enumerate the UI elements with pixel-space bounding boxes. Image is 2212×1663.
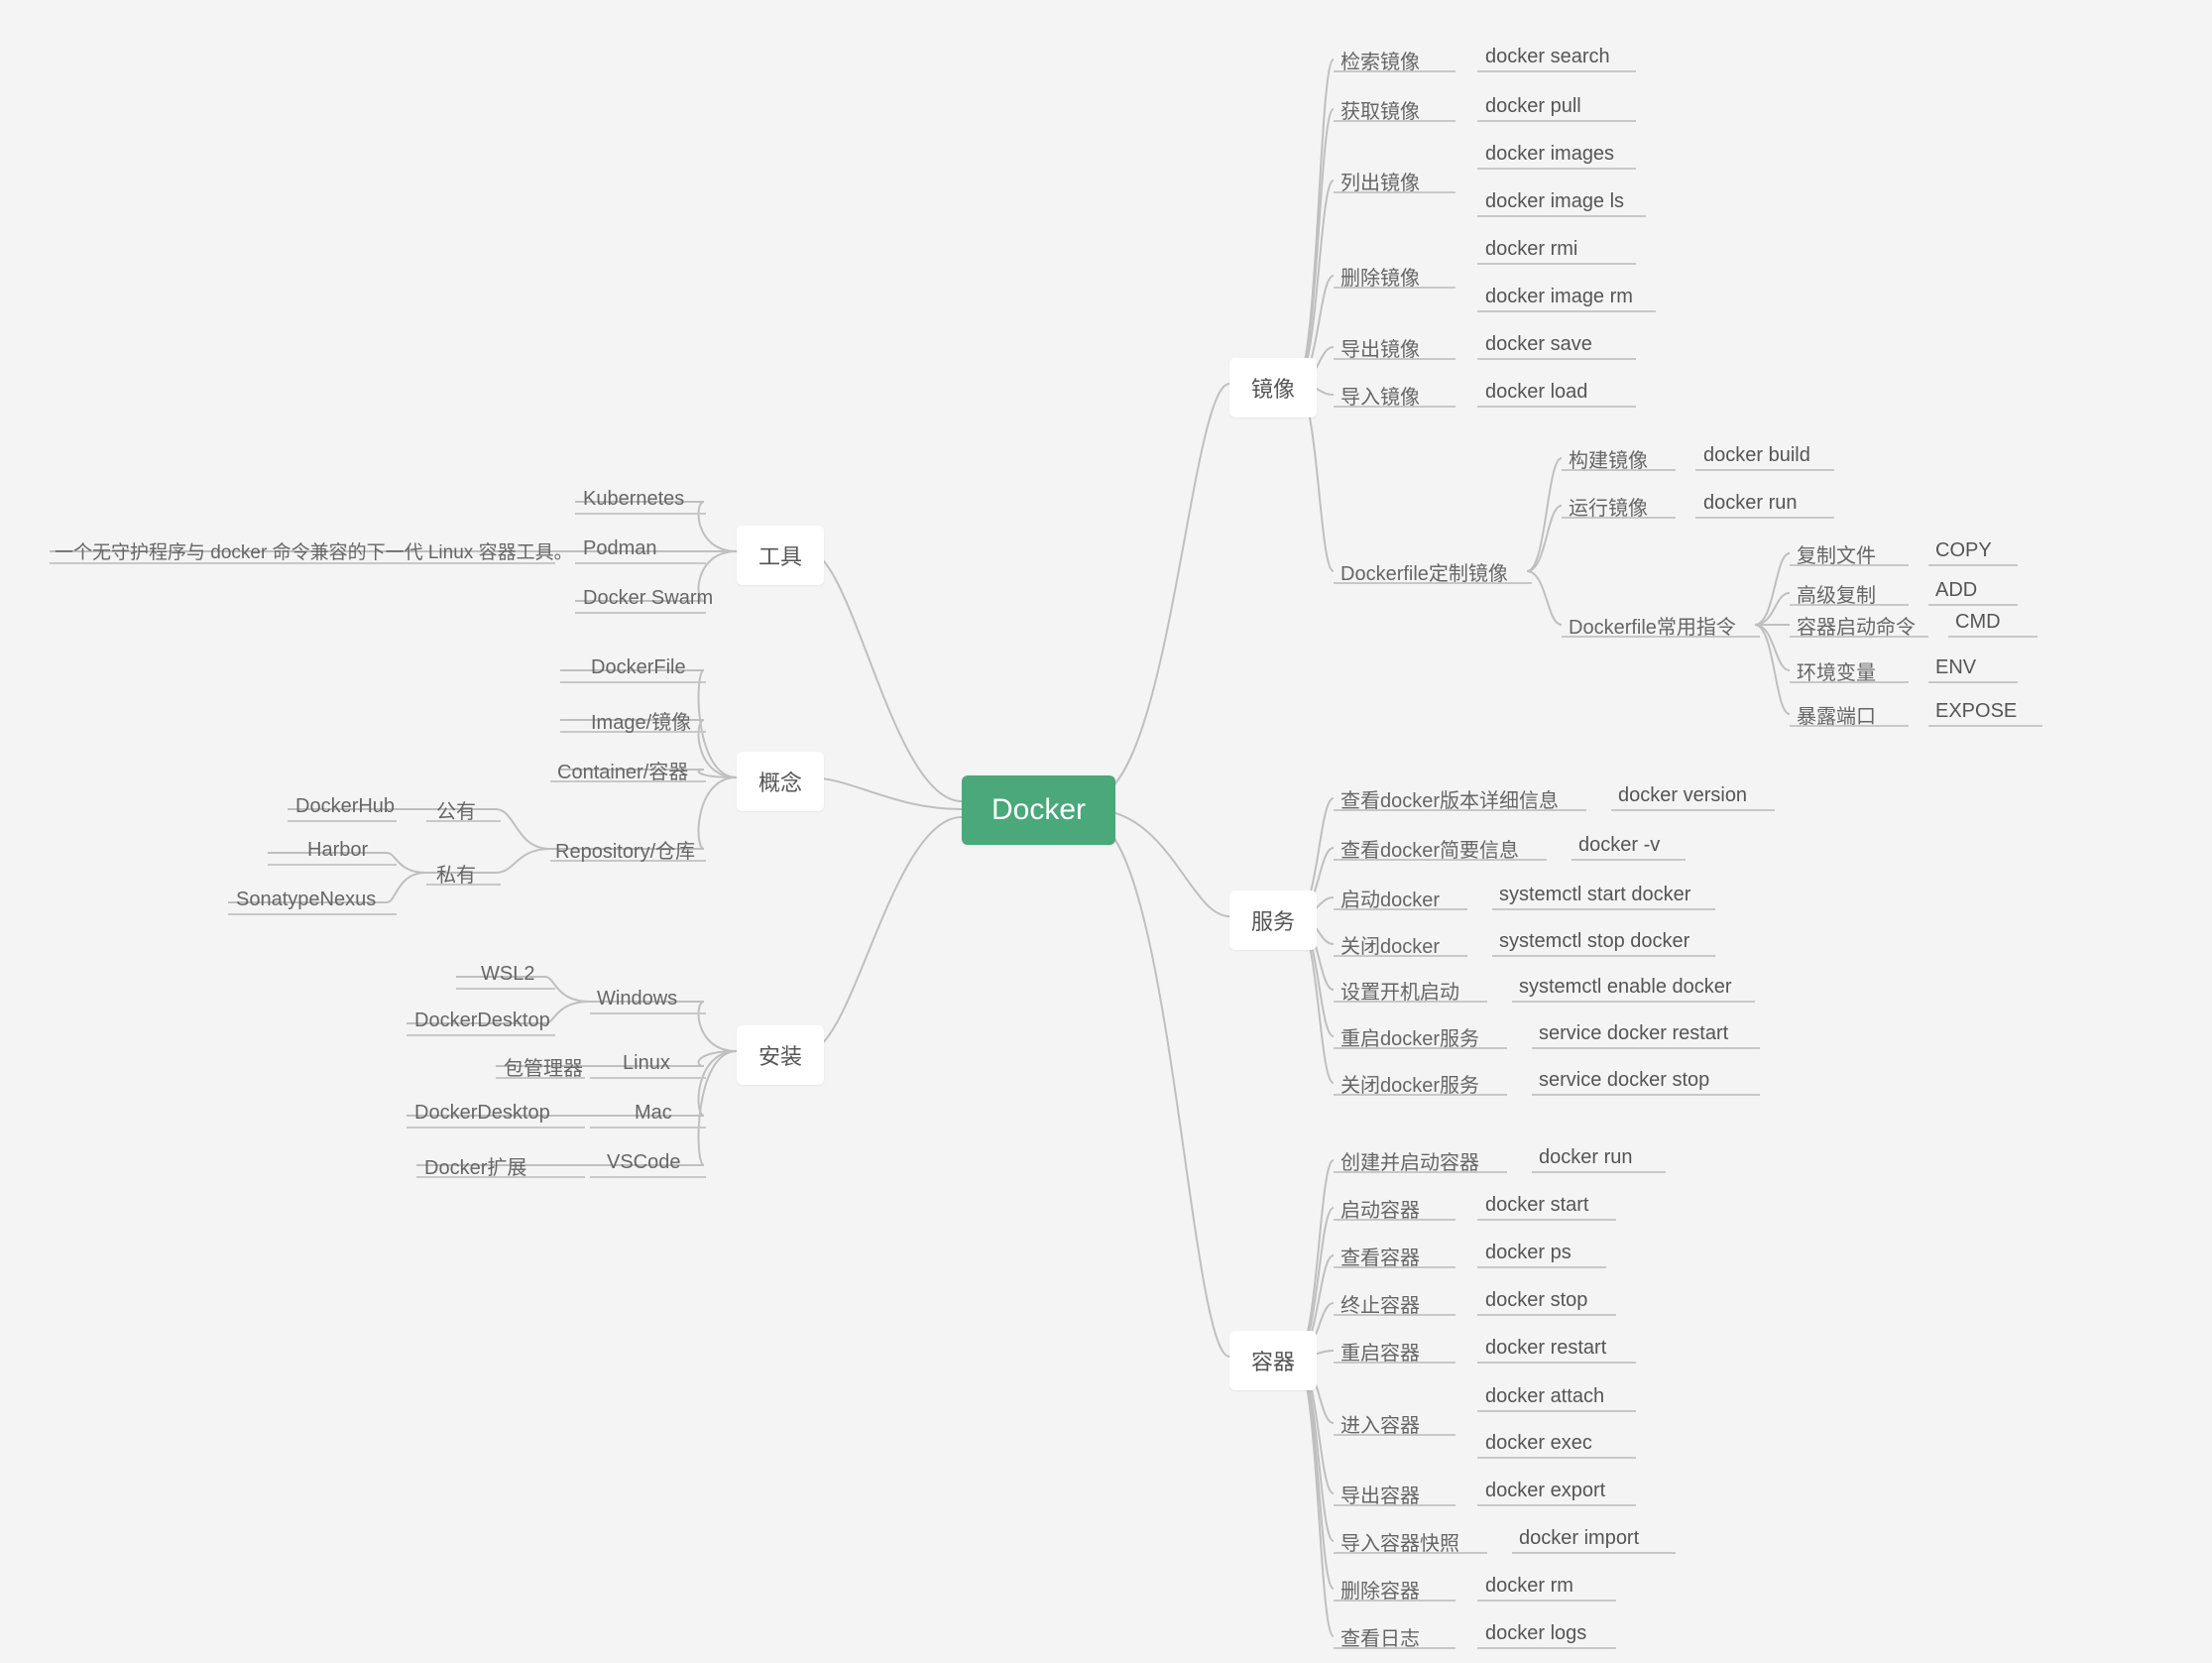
container-row-label[interactable]: 查看日志 xyxy=(1340,1622,1420,1651)
df-instr-label[interactable]: 容器启动命令 xyxy=(1797,611,1916,640)
service-row-cmd[interactable]: docker -v xyxy=(1578,834,1660,857)
container-row-cmd[interactable]: docker start xyxy=(1485,1194,1588,1217)
df-instr-cmd[interactable]: COPY xyxy=(1935,539,1992,562)
service-row-label[interactable]: 关闭docker服务 xyxy=(1340,1069,1479,1098)
image-row-label[interactable]: 删除镜像 xyxy=(1340,262,1420,291)
service-row-cmd[interactable]: systemctl start docker xyxy=(1499,884,1690,906)
service-row-label[interactable]: 查看docker版本详细信息 xyxy=(1340,784,1559,813)
container-row-label[interactable]: 导入容器快照 xyxy=(1340,1527,1459,1556)
dockerfile-build-cmd[interactable]: docker build xyxy=(1703,444,1810,467)
dockerfile-run-cmd[interactable]: docker run xyxy=(1703,492,1798,515)
container-row-cmd[interactable]: docker stop xyxy=(1485,1289,1587,1312)
image-row-cmd[interactable]: docker pull xyxy=(1485,95,1581,118)
container-row-label[interactable]: 重启容器 xyxy=(1340,1337,1420,1366)
container-row-cmd[interactable]: docker exec xyxy=(1485,1432,1592,1455)
repo-public-label[interactable]: 公有 xyxy=(436,795,476,824)
service-row-label[interactable]: 重启docker服务 xyxy=(1340,1022,1479,1051)
container-row-cmd[interactable]: docker ps xyxy=(1485,1242,1572,1264)
image-row-label[interactable]: 检索镜像 xyxy=(1340,46,1420,74)
container-row-label[interactable]: 导出容器 xyxy=(1340,1480,1420,1508)
branch-tools[interactable]: 工具 xyxy=(737,526,824,585)
image-row-cmd[interactable]: docker rmi xyxy=(1485,238,1577,261)
image-row-label[interactable]: 导出镜像 xyxy=(1340,333,1420,362)
install-os[interactable]: VSCode xyxy=(607,1151,681,1174)
repo-private-item[interactable]: SonatypeNexus xyxy=(236,889,376,911)
concept-item[interactable]: Image/镜像 xyxy=(591,706,691,735)
df-instr-label[interactable]: 复制文件 xyxy=(1797,539,1876,568)
install-item[interactable]: Docker扩展 xyxy=(424,1151,526,1180)
install-os[interactable]: Linux xyxy=(623,1052,670,1075)
tools-item[interactable]: Kubernetes xyxy=(583,488,684,511)
install-os[interactable]: Mac xyxy=(635,1102,672,1125)
container-row-label[interactable]: 终止容器 xyxy=(1340,1289,1420,1318)
dockerfile-run-label[interactable]: 运行镜像 xyxy=(1569,492,1648,521)
image-row-cmd[interactable]: docker save xyxy=(1485,333,1592,356)
dockerfile-build-label[interactable]: 构建镜像 xyxy=(1569,444,1648,473)
podman-note: 一个无守护程序与 docker 命令兼容的下一代 Linux 容器工具。 xyxy=(55,537,573,564)
df-instr-label[interactable]: 暴露端口 xyxy=(1797,700,1876,729)
repo-private-item[interactable]: Harbor xyxy=(307,839,368,862)
df-instr-cmd[interactable]: CMD xyxy=(1955,611,2001,634)
concept-item[interactable]: DockerFile xyxy=(591,656,686,679)
dockerfile-common-label[interactable]: Dockerfile常用指令 xyxy=(1569,611,1736,640)
df-instr-label[interactable]: 高级复制 xyxy=(1797,579,1876,608)
service-row-label[interactable]: 启动docker xyxy=(1340,884,1440,912)
dockerfile-label[interactable]: Dockerfile定制镜像 xyxy=(1340,557,1508,586)
service-row-cmd[interactable]: systemctl stop docker xyxy=(1499,930,1689,953)
image-row-label[interactable]: 列出镜像 xyxy=(1340,167,1420,195)
image-row-cmd[interactable]: docker load xyxy=(1485,381,1587,404)
root-node[interactable]: Docker xyxy=(962,775,1115,845)
container-row-cmd[interactable]: docker restart xyxy=(1485,1337,1606,1360)
container-row-cmd[interactable]: docker export xyxy=(1485,1480,1605,1502)
container-row-label[interactable]: 创建并启动容器 xyxy=(1340,1146,1479,1175)
branch-install[interactable]: 安装 xyxy=(737,1025,824,1085)
image-row-cmd[interactable]: docker images xyxy=(1485,143,1614,166)
branch-container[interactable]: 容器 xyxy=(1229,1331,1317,1390)
tools-item[interactable]: Podman xyxy=(583,537,657,560)
branch-service[interactable]: 服务 xyxy=(1229,891,1317,950)
container-row-cmd[interactable]: docker rm xyxy=(1485,1575,1573,1598)
install-os[interactable]: Windows xyxy=(597,988,677,1010)
install-item[interactable]: DockerDesktop xyxy=(414,1010,550,1032)
service-row-cmd[interactable]: service docker restart xyxy=(1539,1022,1728,1045)
container-row-label[interactable]: 删除容器 xyxy=(1340,1575,1420,1604)
service-row-label[interactable]: 关闭docker xyxy=(1340,930,1440,959)
concept-item[interactable]: Container/容器 xyxy=(557,756,688,784)
container-row-label[interactable]: 进入容器 xyxy=(1340,1409,1420,1438)
repo-public-item[interactable]: DockerHub xyxy=(295,795,395,818)
df-instr-cmd[interactable]: ENV xyxy=(1935,656,1976,679)
service-row-cmd[interactable]: service docker stop xyxy=(1539,1069,1709,1092)
install-item[interactable]: WSL2 xyxy=(481,963,534,986)
image-row-cmd[interactable]: docker search xyxy=(1485,46,1610,68)
df-instr-label[interactable]: 环境变量 xyxy=(1797,656,1876,685)
concept-item[interactable]: Repository/仓库 xyxy=(555,835,695,864)
container-row-cmd[interactable]: docker run xyxy=(1539,1146,1633,1169)
repo-private-label[interactable]: 私有 xyxy=(436,859,476,888)
container-row-cmd[interactable]: docker import xyxy=(1519,1527,1639,1550)
branch-concepts[interactable]: 概念 xyxy=(737,752,824,811)
service-row-cmd[interactable]: systemctl enable docker xyxy=(1519,976,1732,999)
df-instr-cmd[interactable]: ADD xyxy=(1935,579,1977,602)
image-row-label[interactable]: 导入镜像 xyxy=(1340,381,1420,410)
container-row-cmd[interactable]: docker logs xyxy=(1485,1622,1586,1645)
tools-item[interactable]: Docker Swarm xyxy=(583,587,713,610)
image-row-cmd[interactable]: docker image ls xyxy=(1485,190,1624,213)
service-row-label[interactable]: 查看docker简要信息 xyxy=(1340,834,1519,863)
container-row-label[interactable]: 查看容器 xyxy=(1340,1242,1420,1270)
image-row-label[interactable]: 获取镜像 xyxy=(1340,95,1420,124)
service-row-label[interactable]: 设置开机启动 xyxy=(1340,976,1459,1005)
install-item[interactable]: DockerDesktop xyxy=(414,1102,550,1125)
container-row-cmd[interactable]: docker attach xyxy=(1485,1385,1604,1408)
install-item[interactable]: 包管理器 xyxy=(504,1052,583,1081)
branch-image[interactable]: 镜像 xyxy=(1229,358,1317,417)
service-row-cmd[interactable]: docker version xyxy=(1618,784,1747,807)
df-instr-cmd[interactable]: EXPOSE xyxy=(1935,700,2017,723)
container-row-label[interactable]: 启动容器 xyxy=(1340,1194,1420,1223)
image-row-cmd[interactable]: docker image rm xyxy=(1485,286,1633,308)
